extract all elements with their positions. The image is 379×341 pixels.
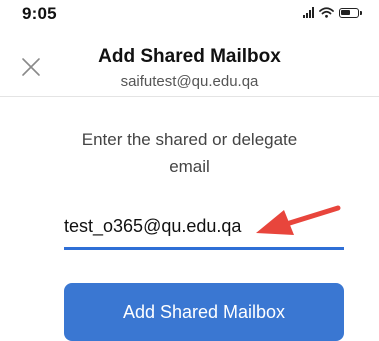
arrow-icon	[256, 205, 341, 235]
status-icons	[303, 7, 362, 18]
header-divider	[0, 96, 379, 97]
status-time: 9:05	[22, 4, 57, 23]
page-title: Add Shared Mailbox	[98, 46, 281, 67]
instruction-text: Enter the shared or delegate email	[81, 130, 298, 176]
signal-icon	[303, 7, 314, 18]
battery-icon	[339, 7, 362, 18]
account-subtitle: saifutest@qu.edu.qa	[120, 73, 259, 90]
add-shared-mailbox-button[interactable]: Add Shared Mailbox	[64, 283, 344, 341]
wifi-icon	[319, 7, 334, 18]
